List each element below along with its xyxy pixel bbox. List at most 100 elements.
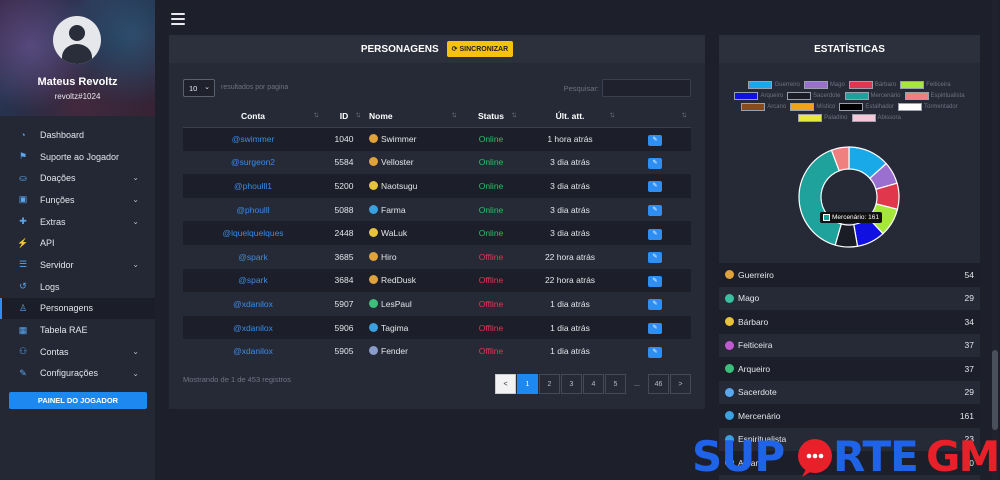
character-name: Naotsugu [381, 180, 418, 191]
sidebar-item-doacoes[interactable]: ⛀ Doações ⌄ [0, 167, 155, 189]
legend-swatch [898, 103, 923, 111]
column-header[interactable]: ↑↓ [619, 105, 691, 128]
legend-item[interactable]: Feiticeira [900, 81, 951, 89]
vocation-name: Feiticeira [738, 340, 773, 351]
page-button[interactable]: 4 [583, 374, 604, 394]
column-header[interactable]: ID ↑↓ [323, 105, 365, 128]
sidebar-item-contas[interactable]: ⚇ Contas ⌄ [0, 341, 155, 363]
edit-icon[interactable]: ✎ [648, 346, 662, 358]
sidebar-item-configuracoes[interactable]: ✎ Configurações ⌄ [0, 363, 155, 385]
prev-page-button[interactable]: < [495, 374, 516, 394]
page-button[interactable]: 46 [648, 374, 669, 394]
page-scrollbar[interactable] [992, 0, 998, 480]
legend-item[interactable]: Tormentador [898, 103, 958, 111]
sidebar-item-dashboard[interactable]: ◔ Dashboard [0, 124, 155, 146]
edit-icon[interactable]: ✎ [648, 205, 662, 217]
edit-icon[interactable]: ✎ [648, 275, 662, 287]
donut-slice-mercenario[interactable] [798, 149, 843, 246]
vocation-count: 161 [959, 410, 974, 421]
edit-icon[interactable]: ✎ [648, 323, 662, 335]
column-header-label: Nome [369, 110, 393, 121]
legend-item[interactable]: Arcano [741, 103, 786, 111]
column-header-label: Últ. att. [555, 110, 585, 121]
character-id: 5200 [323, 174, 365, 198]
account-link[interactable]: @phoulll [183, 197, 323, 222]
legend-item[interactable]: Guerreiro [748, 81, 800, 89]
history-icon: ↺ [19, 281, 27, 292]
menu-toggle-icon[interactable] [171, 13, 185, 25]
account-link[interactable]: @spark [183, 244, 323, 269]
page-size-select[interactable]: 10 ⌄ [183, 79, 215, 97]
vocation-name: Mercenário [738, 410, 781, 421]
legend-swatch [803, 81, 828, 89]
legend-item[interactable]: Mercenário [844, 92, 901, 100]
sidebar-item-api[interactable]: ⚡ API [0, 232, 155, 254]
legend-swatch [790, 103, 815, 111]
sidebar-item-personagens[interactable]: ♙ Personagens [0, 297, 155, 320]
characters-card: PERSONAGENS ⟳ SINCRONIZAR 10 ⌄ resultado… [169, 35, 705, 409]
legend-label: Feiticeira [926, 82, 951, 88]
player-panel-button[interactable]: PAINEL DO JOGADOR [9, 392, 147, 409]
page-button[interactable]: 5 [605, 374, 626, 394]
column-header[interactable]: Status ↑↓ [461, 105, 521, 128]
functions-icon: ▣ [18, 194, 28, 205]
legend-item[interactable]: Bárbaro [848, 81, 896, 89]
legend-label: Guerreiro [774, 82, 800, 88]
account-link[interactable]: @xdanilox [183, 315, 323, 340]
legend-item[interactable]: Sacerdote [787, 92, 841, 100]
status-badge: Offline [461, 315, 521, 340]
legend-item[interactable]: Abissora [851, 114, 901, 122]
edit-icon[interactable]: ✎ [648, 228, 662, 240]
page-size-value: 10 [189, 84, 198, 93]
sidebar-item-funcoes[interactable]: ▣ Funções ⌄ [0, 189, 155, 211]
vocation-donut-chart[interactable] [797, 145, 901, 249]
edit-icon[interactable]: ✎ [648, 157, 662, 169]
page-button[interactable]: 3 [561, 374, 582, 394]
search-input[interactable] [602, 79, 691, 97]
character-name: Velloster [381, 157, 414, 168]
sidebar-item-logs[interactable]: ↺ Logs [0, 276, 155, 298]
legend-item[interactable]: Místico [790, 103, 835, 111]
account-link[interactable]: @surgeon2 [183, 150, 323, 175]
sync-label: SINCRONIZAR [459, 45, 509, 53]
chart-tooltip: Mercenário: 161 [820, 212, 882, 223]
page-button[interactable]: 1 [517, 374, 538, 394]
column-header[interactable]: Nome ↑↓ [365, 105, 461, 128]
account-link[interactable]: @phoulll1 [183, 174, 323, 198]
sidebar-item-extras[interactable]: ✚ Extras ⌄ [0, 211, 155, 233]
page-button[interactable]: 2 [539, 374, 560, 394]
per-page-label: resultados por pagina [221, 84, 289, 91]
legend-item[interactable]: Espiritualista [904, 92, 965, 100]
status-badge: Online [461, 150, 521, 175]
list-item: Guerreiro 54 [719, 263, 980, 287]
scrollbar-thumb[interactable] [992, 350, 998, 430]
vocation-count: 29 [964, 387, 974, 398]
account-link[interactable]: @swimmer [183, 127, 323, 151]
legend-item[interactable]: Arqueiro [734, 92, 783, 100]
vocation-name: Bárbaro [738, 316, 769, 327]
sidebar-item-suporte-ao-jogador[interactable]: ⚑ Suporte ao Jogador [0, 146, 155, 168]
edit-icon[interactable]: ✎ [648, 181, 662, 193]
account-link[interactable]: @spark [183, 268, 323, 293]
status-badge: Online [461, 197, 521, 222]
account-link[interactable]: @lquelquelques [183, 221, 323, 245]
legend-item[interactable]: Paladino [798, 114, 848, 122]
sidebar-item-servidor[interactable]: ☰ Servidor ⌄ [0, 254, 155, 276]
sync-button[interactable]: ⟳ SINCRONIZAR [446, 41, 514, 57]
edit-icon[interactable]: ✎ [648, 299, 662, 311]
legend-item[interactable]: Mago [803, 81, 845, 89]
column-header[interactable]: Últ. att. ↑↓ [521, 105, 619, 128]
avatar[interactable] [53, 16, 101, 64]
edit-icon[interactable]: ✎ [648, 252, 662, 264]
vocation-icon [369, 228, 378, 238]
column-header-label: Status [478, 110, 504, 121]
last-update: 1 dia atrás [521, 339, 619, 363]
column-header[interactable]: Conta ↑↓ [183, 105, 323, 128]
legend-item[interactable]: Estalhador [839, 103, 894, 111]
column-header-label: ID [339, 110, 349, 121]
sidebar-item-tabela-rae[interactable]: ▦ Tabela RAE [0, 319, 155, 341]
edit-icon[interactable]: ✎ [648, 134, 662, 146]
account-link[interactable]: @xdanilox [183, 292, 323, 316]
next-page-button[interactable]: > [670, 374, 691, 394]
account-link[interactable]: @xdanilox [183, 339, 323, 363]
